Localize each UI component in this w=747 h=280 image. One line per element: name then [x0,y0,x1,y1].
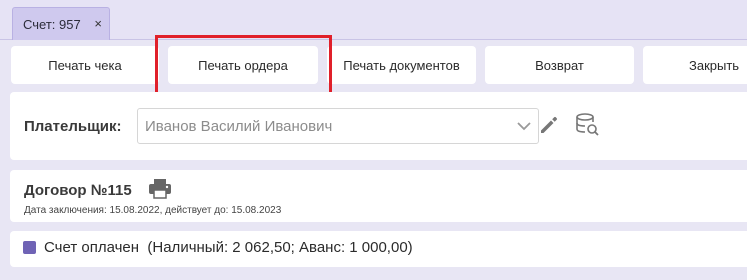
printer-icon[interactable] [148,178,172,200]
tab-invoice[interactable]: Счет: 957 × [12,7,110,40]
payment-details: (Наличный: 2 062,50; Аванс: 1 000,00) [147,239,413,256]
tab-label: Счет: 957 [23,16,81,32]
print-documents-button[interactable]: Печать документов [327,46,476,84]
chevron-down-icon[interactable] [516,118,532,134]
contract-panel: Договор №115 Дата заключения: 15.08.2022… [10,170,747,222]
close-button[interactable]: Закрыть [643,46,747,84]
payer-label: Плательщик: [24,118,122,135]
payment-panel: Счет оплачен (Наличный: 2 062,50; Аванс:… [10,231,747,267]
paid-checkbox[interactable] [23,241,36,254]
contract-title: Договор №115 [24,182,132,199]
payer-value: Иванов Василий Иванович [145,117,333,135]
close-icon[interactable]: × [94,16,102,31]
contract-subtitle: Дата заключения: 15.08.2022, действует д… [24,205,282,216]
payment-status-label: Счет оплачен [44,239,140,256]
print-receipt-button[interactable]: Печать чека [11,46,159,84]
database-search-icon[interactable] [573,111,601,139]
payer-panel: Плательщик: Иванов Василий Иванович [10,92,747,160]
return-button[interactable]: Возврат [485,46,634,84]
payment-status-text: Счет оплачен (Наличный: 2 062,50; Аванс:… [44,239,413,256]
pencil-icon[interactable] [537,113,561,137]
tab-bar: Счет: 957 × [0,0,747,40]
payer-select[interactable]: Иванов Василий Иванович [137,108,539,144]
print-order-button[interactable]: Печать ордера [168,46,318,84]
